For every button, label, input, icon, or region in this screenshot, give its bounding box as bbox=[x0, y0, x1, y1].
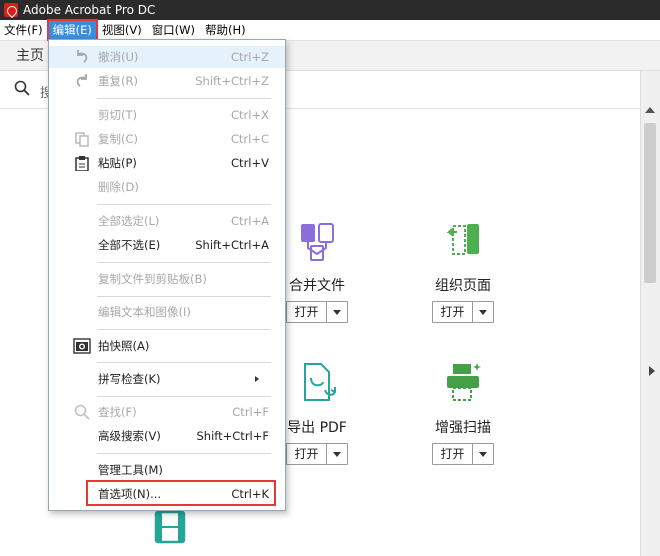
menu-item-edit-text-images[interactable]: 编辑文本和图像(I) bbox=[49, 301, 285, 323]
menu-item-label: 管理工具(M) bbox=[98, 463, 163, 477]
preferences-highlight bbox=[86, 480, 276, 506]
search-icon[interactable] bbox=[14, 80, 30, 96]
menu-item-manage-tools[interactable]: 管理工具(M) bbox=[49, 459, 285, 481]
menu-item-label: 查找(F) bbox=[98, 405, 137, 419]
menu-item-label: 复制(C) bbox=[98, 132, 139, 146]
video-icon[interactable] bbox=[150, 508, 190, 548]
find-icon bbox=[71, 403, 93, 421]
combine-files-icon[interactable] bbox=[293, 218, 341, 262]
menu-item-cut[interactable]: 剪切(T) Ctrl+X bbox=[49, 104, 285, 126]
menu-window[interactable]: 窗口(W) bbox=[148, 21, 199, 40]
menu-item-label: 删除(D) bbox=[98, 180, 139, 194]
menu-view[interactable]: 视图(V) bbox=[98, 21, 146, 40]
menu-item-redo[interactable]: 重复(R) Shift+Ctrl+Z bbox=[49, 70, 285, 92]
menu-bar: 文件(F) 编辑(E) 视图(V) 窗口(W) 帮助(H) bbox=[0, 18, 660, 42]
undo-icon bbox=[71, 48, 93, 66]
menu-item-shortcut: Ctrl+C bbox=[230, 132, 269, 146]
redo-icon bbox=[71, 72, 93, 90]
tool-name: 增强扫描 bbox=[435, 420, 491, 436]
menu-item-label: 拼写检查(K) bbox=[98, 372, 161, 386]
menu-item-label: 高级搜索(V) bbox=[98, 429, 161, 443]
menu-item-shortcut: Ctrl+X bbox=[231, 108, 269, 122]
export-pdf-icon[interactable] bbox=[293, 360, 341, 404]
menu-separator bbox=[97, 329, 271, 330]
menu-item-shortcut: Shift+Ctrl+Z bbox=[195, 74, 269, 88]
tool-enhance-scan: 增强扫描 打开 bbox=[403, 360, 523, 465]
open-button[interactable]: 打开 bbox=[432, 301, 494, 323]
menu-item-copy-file-to-clipboard[interactable]: 复制文件到剪贴板(B) bbox=[49, 268, 285, 290]
menu-item-find[interactable]: 查找(F) Ctrl+F bbox=[49, 401, 285, 423]
menu-item-label: 撤消(U) bbox=[98, 50, 139, 64]
menu-edit[interactable]: 编辑(E) bbox=[46, 18, 99, 42]
menu-item-shortcut: Ctrl+F bbox=[232, 405, 269, 419]
window-title: Adobe Acrobat Pro DC bbox=[23, 3, 156, 17]
tool-organize-pages: 组织页面 打开 bbox=[403, 218, 523, 323]
menu-separator bbox=[97, 396, 271, 397]
menu-item-label: 剪切(T) bbox=[98, 108, 137, 122]
tab-home[interactable]: 主页 bbox=[0, 41, 48, 71]
chevron-down-icon[interactable] bbox=[327, 302, 347, 322]
menu-item-label: 重复(R) bbox=[98, 74, 138, 88]
menu-item-copy[interactable]: 复制(C) Ctrl+C bbox=[49, 128, 285, 150]
menu-item-label: 复制文件到剪贴板(B) bbox=[98, 272, 207, 286]
acrobat-logo-icon bbox=[4, 3, 18, 17]
menu-separator bbox=[97, 98, 271, 99]
expand-right-panel-icon[interactable] bbox=[649, 366, 655, 376]
menu-item-label: 全部选定(L) bbox=[98, 214, 160, 228]
tool-name: 组织页面 bbox=[435, 278, 491, 294]
organize-pages-icon[interactable] bbox=[439, 218, 487, 262]
menu-separator bbox=[97, 262, 271, 263]
menu-item-shortcut: Ctrl+Z bbox=[231, 50, 269, 64]
menu-item-advanced-search[interactable]: 高级搜索(V) Shift+Ctrl+F bbox=[49, 425, 285, 447]
camera-icon bbox=[71, 337, 93, 355]
open-button[interactable]: 打开 bbox=[286, 443, 348, 465]
menu-item-delete[interactable]: 删除(D) bbox=[49, 176, 285, 198]
menu-item-paste[interactable]: 粘贴(P) Ctrl+V bbox=[49, 152, 285, 174]
menu-item-label: 拍快照(A) bbox=[98, 339, 150, 353]
menu-item-shortcut: Shift+Ctrl+F bbox=[196, 429, 270, 443]
menu-item-label: 粘贴(P) bbox=[98, 156, 137, 170]
scroll-up-icon[interactable] bbox=[645, 107, 655, 113]
menu-separator bbox=[97, 453, 271, 454]
open-button-label[interactable]: 打开 bbox=[287, 302, 327, 322]
menu-item-snapshot[interactable]: 拍快照(A) bbox=[49, 335, 285, 357]
menu-item-undo[interactable]: 撤消(U) Ctrl+Z bbox=[49, 46, 285, 68]
menu-file[interactable]: 文件(F) bbox=[0, 21, 47, 40]
menu-item-select-all[interactable]: 全部选定(L) Ctrl+A bbox=[49, 210, 285, 232]
open-button-label[interactable]: 打开 bbox=[287, 444, 327, 464]
menu-item-shortcut: Shift+Ctrl+A bbox=[195, 238, 269, 252]
chevron-down-icon[interactable] bbox=[473, 444, 493, 464]
open-button[interactable]: 打开 bbox=[286, 301, 348, 323]
menu-separator bbox=[97, 362, 271, 363]
menu-separator bbox=[97, 204, 271, 205]
copy-icon bbox=[71, 130, 93, 148]
menu-item-shortcut: Ctrl+A bbox=[231, 214, 269, 228]
open-button[interactable]: 打开 bbox=[432, 443, 494, 465]
chevron-down-icon[interactable] bbox=[473, 302, 493, 322]
title-bar: Adobe Acrobat Pro DC bbox=[0, 0, 660, 20]
menu-separator bbox=[97, 296, 271, 297]
menu-item-shortcut: Ctrl+V bbox=[231, 156, 269, 170]
open-button-label[interactable]: 打开 bbox=[433, 302, 473, 322]
open-button-label[interactable]: 打开 bbox=[433, 444, 473, 464]
menu-item-label: 全部不选(E) bbox=[98, 238, 161, 252]
menu-item-spell-check[interactable]: 拼写检查(K) bbox=[49, 368, 285, 390]
enhance-scan-icon[interactable] bbox=[439, 360, 487, 404]
submenu-arrow-icon bbox=[255, 376, 259, 382]
menu-item-deselect-all[interactable]: 全部不选(E) Shift+Ctrl+A bbox=[49, 234, 285, 256]
chevron-down-icon[interactable] bbox=[327, 444, 347, 464]
paste-icon bbox=[71, 154, 93, 172]
vertical-scrollbar[interactable] bbox=[640, 71, 660, 556]
menu-help[interactable]: 帮助(H) bbox=[201, 21, 250, 40]
edit-menu-dropdown: 撤消(U) Ctrl+Z 重复(R) Shift+Ctrl+Z 剪切(T) Ct… bbox=[48, 39, 286, 511]
menu-item-label: 编辑文本和图像(I) bbox=[98, 305, 191, 319]
scroll-thumb[interactable] bbox=[644, 123, 656, 283]
